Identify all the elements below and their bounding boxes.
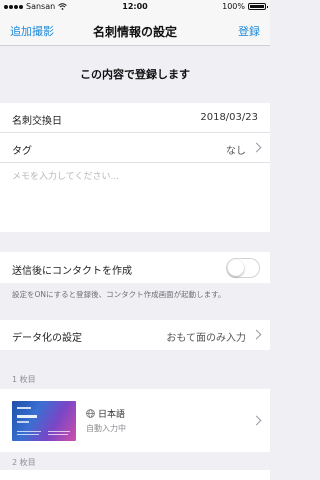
chevron-right-icon [251,329,262,340]
tag-label: タグ [12,146,32,157]
details-group: 名刺交換日 2018/03/23 タグ なし メモを入力してください... [0,103,270,232]
battery-percent: 100% [222,2,245,11]
digitize-row[interactable]: データ化の設定 おもて面のみ入力 [0,320,270,350]
card-1-row[interactable]: 日本語 自動入力中 [0,389,270,452]
section-first-label: 1 枚目 [12,375,36,384]
tag-value: なし [226,146,246,157]
business-card-thumbnail [12,401,76,441]
toggle-knob [228,260,244,276]
chevron-right-icon [251,415,262,426]
page-title: 名刺情報の設定 [92,25,177,39]
memo-input[interactable]: メモを入力してください... [0,163,270,232]
digitize-value: おもて面のみ入力 [166,333,246,344]
auto-input-status: 自動入力中 [86,424,126,433]
status-bar: Sansan 12:00 100% [0,0,270,14]
memo-placeholder: メモを入力してください... [12,172,120,182]
chevron-right-icon [251,142,262,153]
create-contact-row: 送信後にコンタクトを作成 [0,252,270,283]
card-2-row[interactable] [0,470,270,480]
create-contact-inner: 送信後にコンタクトを作成 [0,252,270,283]
exchange-date-value: 2018/03/23 [200,112,258,123]
exchange-date-row[interactable]: 名刺交換日 2018/03/23 [0,103,270,133]
navigation-bar: 追加撮影 名刺情報の設定 登録 [0,14,270,46]
language-label: 日本語 [98,410,126,420]
globe-icon [86,409,95,418]
register-button[interactable]: 登録 [238,23,260,39]
battery-icon [248,3,268,10]
create-contact-toggle[interactable] [226,258,260,278]
create-contact-note: 設定をONにすると登録後、コンタクト作成画面が起動します。 [12,290,226,299]
digitize-label: データ化の設定 [12,333,82,344]
battery-group: 100% [222,2,268,11]
tag-row[interactable]: タグ なし [0,133,270,163]
create-contact-label: 送信後にコンタクトを作成 [12,266,132,277]
language-group: 日本語 [86,407,125,420]
confirm-banner: この内容で登録します [80,68,190,81]
section-second-label: 2 枚目 [12,458,36,467]
exchange-date-label: 名刺交換日 [12,116,62,127]
